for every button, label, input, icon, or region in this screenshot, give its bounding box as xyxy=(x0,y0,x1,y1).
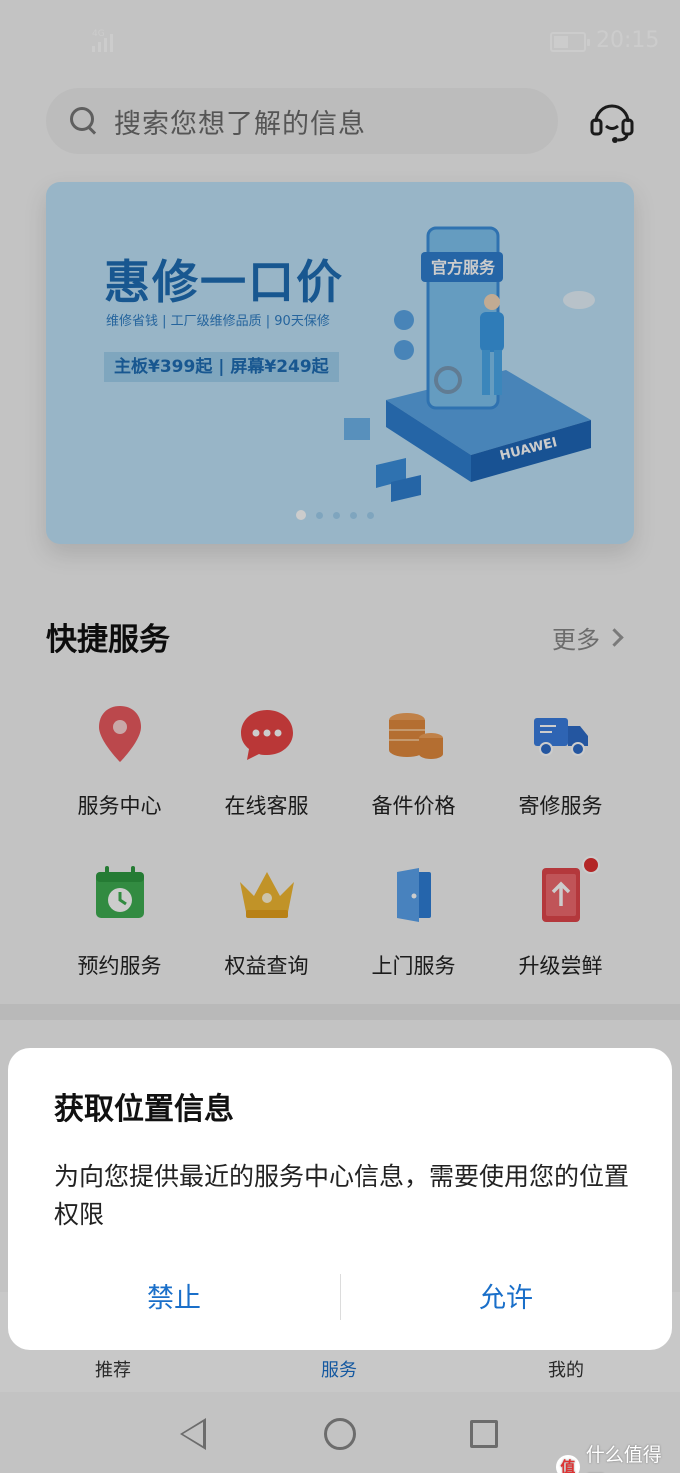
dialog-message: 为向您提供最近的服务中心信息，需要使用您的位置权限 xyxy=(54,1162,630,1229)
allow-button[interactable]: 允许 xyxy=(340,1276,672,1315)
location-permission-dialog: 获取位置信息 为向您提供最近的服务中心信息，需要使用您的位置权限 禁止 允许 xyxy=(8,1048,672,1350)
watermark-logo-icon: 值 xyxy=(556,1455,580,1473)
deny-button[interactable]: 禁止 xyxy=(8,1276,340,1315)
dialog-title: 获取位置信息 xyxy=(54,1092,234,1127)
watermark-text: 什么值得买 xyxy=(585,1444,662,1473)
watermark: 值 什么值得买 xyxy=(556,1440,680,1473)
